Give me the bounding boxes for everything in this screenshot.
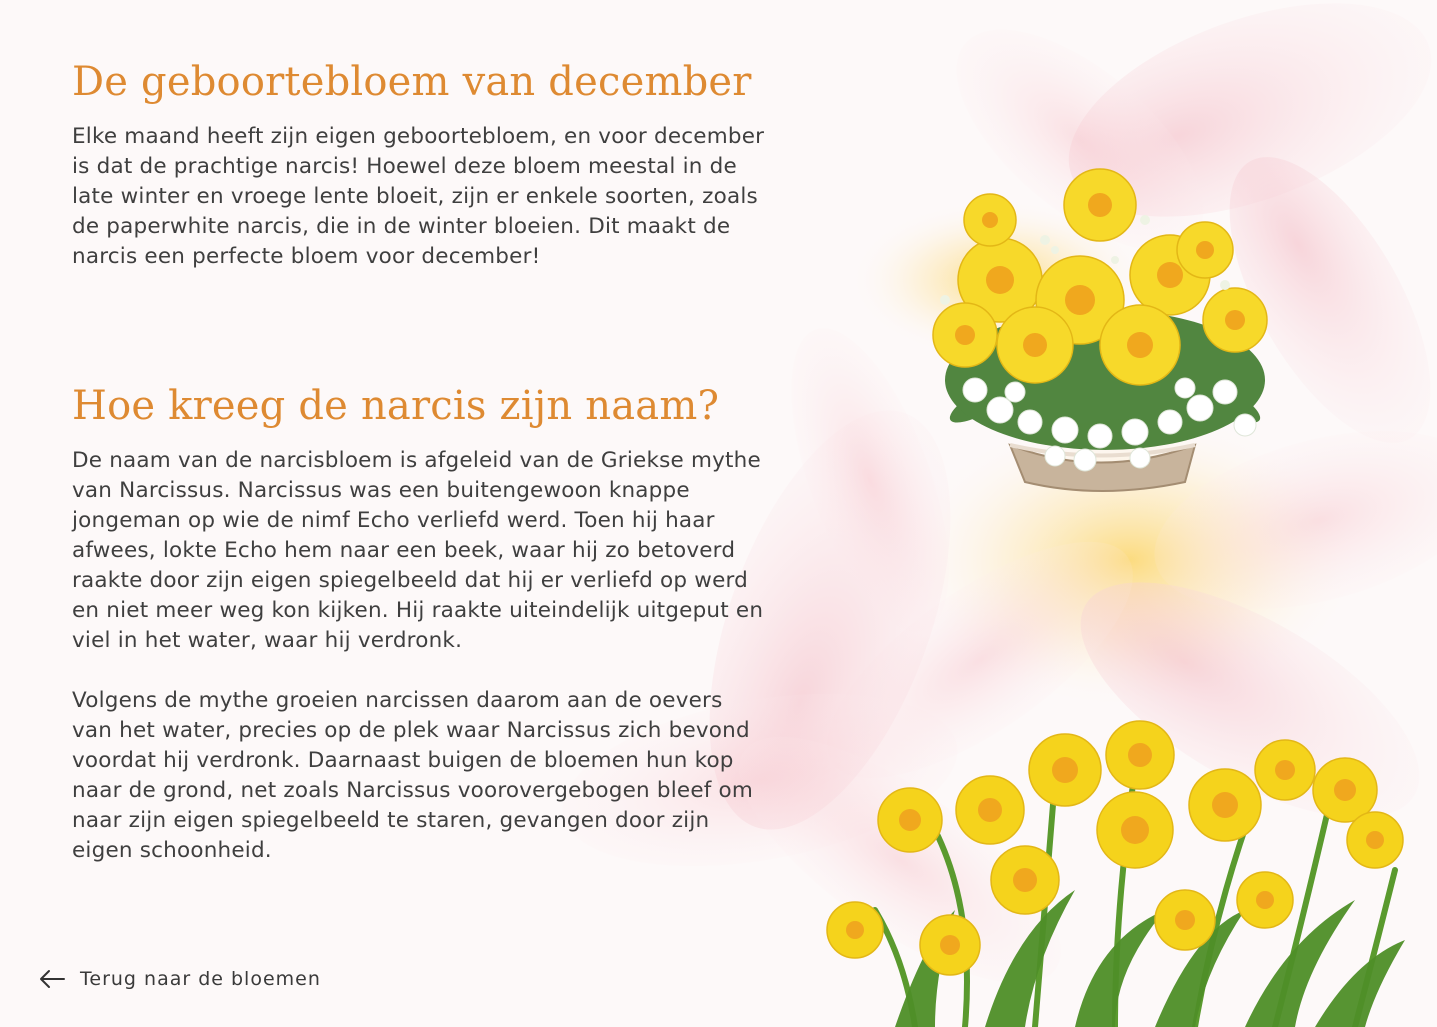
paragraph-myth-continued: Volgens de mythe groeien narcissen daaro…: [72, 688, 754, 863]
daffodil-basket-image: [932, 168, 1268, 492]
back-to-flowers-link[interactable]: Terug naar de bloemen: [38, 968, 321, 990]
section-title-birth-flower: De geboortebloem van december: [72, 59, 752, 105]
paragraph-myth: De naam van de narcisbloem is afgeleid v…: [72, 448, 764, 653]
paragraph-birth-flower: Elke maand heeft zijn eigen geboortebloe…: [72, 124, 765, 269]
section-name-origin: Hoe kreeg de narcis zijn naam? De naam v…: [72, 384, 812, 866]
section-birth-flower: De geboortebloem van december Elke maand…: [72, 60, 812, 272]
back-link-label: Terug naar de bloemen: [80, 968, 321, 990]
arrow-left-icon: [38, 968, 66, 990]
daffodil-bunch-image: [826, 720, 1405, 1027]
section-title-name-origin: Hoe kreeg de narcis zijn naam?: [72, 383, 720, 429]
article-content: De geboortebloem van december Elke maand…: [72, 60, 812, 866]
